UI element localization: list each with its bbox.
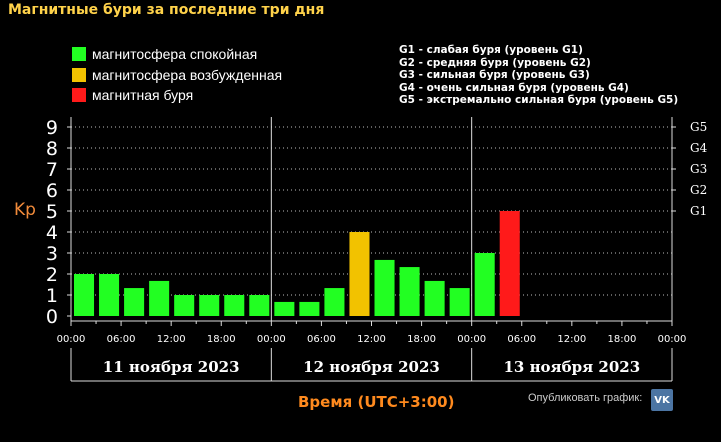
kp-bar <box>224 295 245 316</box>
g-tick-label: G3 <box>690 162 707 176</box>
kp-bar <box>474 253 495 316</box>
kp-bar-chart: 0123456789 G1 G2 G3 G4 G5 00:00 06:00 12:00 18:00… <box>46 117 708 382</box>
publish-label: Опубликовать график: <box>528 392 643 404</box>
g-tick-label: G4 <box>690 141 708 155</box>
kp-bar <box>299 301 320 316</box>
x-tick-label: 00:00 <box>257 334 286 345</box>
y-tick-label: 9 <box>46 117 58 139</box>
kp-bar <box>199 295 220 316</box>
x-tick-label: 12:00 <box>157 334 186 345</box>
y-tick-label: 5 <box>46 201 58 223</box>
x-tick-label: 00:00 <box>658 334 687 345</box>
y-tick-label: 6 <box>46 180 58 202</box>
day-label: 11 ноября 2023 <box>103 358 240 376</box>
kp-bar <box>399 267 420 316</box>
y-tick-label: 1 <box>46 285 58 307</box>
y-tick-label: 3 <box>46 243 58 265</box>
kp-bar <box>374 259 395 316</box>
x-tick-label: 06:00 <box>307 334 336 345</box>
x-axis-label: Время (UTC+3:00) <box>298 393 455 411</box>
kp-bar <box>349 232 370 316</box>
y-tick-label: 0 <box>46 306 58 328</box>
vk-icon: VK <box>654 394 670 406</box>
y-tick-label: 2 <box>46 264 58 286</box>
x-tick-label: 18:00 <box>608 334 637 345</box>
kp-bar <box>74 274 95 316</box>
x-tick-label: 12:00 <box>357 334 386 345</box>
x-tick-label: 18:00 <box>207 334 236 345</box>
kp-bar <box>274 301 295 316</box>
y-tick-label: 7 <box>46 159 58 181</box>
day-label: 13 ноября 2023 <box>503 358 640 376</box>
kp-bar <box>124 288 145 316</box>
x-tick-label: 18:00 <box>407 334 436 345</box>
g-tick-label: G5 <box>690 120 707 134</box>
kp-bar <box>174 295 195 316</box>
day-label: 12 ноября 2023 <box>303 358 440 376</box>
x-tick-label: 00:00 <box>57 334 86 345</box>
kp-bar <box>149 280 170 316</box>
vk-share-button[interactable]: VK <box>651 389 673 411</box>
kp-bar <box>324 288 345 316</box>
x-tick-label: 06:00 <box>107 334 136 345</box>
g-tick-label: G1 <box>690 204 707 218</box>
kp-bar <box>499 211 520 316</box>
x-tick-label: 12:00 <box>557 334 586 345</box>
y-tick-label: 8 <box>46 138 58 160</box>
kp-bar <box>424 280 445 316</box>
x-tick-label: 00:00 <box>457 334 486 345</box>
g-tick-label: G2 <box>690 183 707 197</box>
kp-bar <box>99 274 120 316</box>
kp-bar <box>449 288 470 316</box>
x-tick-label: 06:00 <box>507 334 536 345</box>
kp-bar <box>249 295 270 316</box>
y-tick-label: 4 <box>46 222 58 244</box>
